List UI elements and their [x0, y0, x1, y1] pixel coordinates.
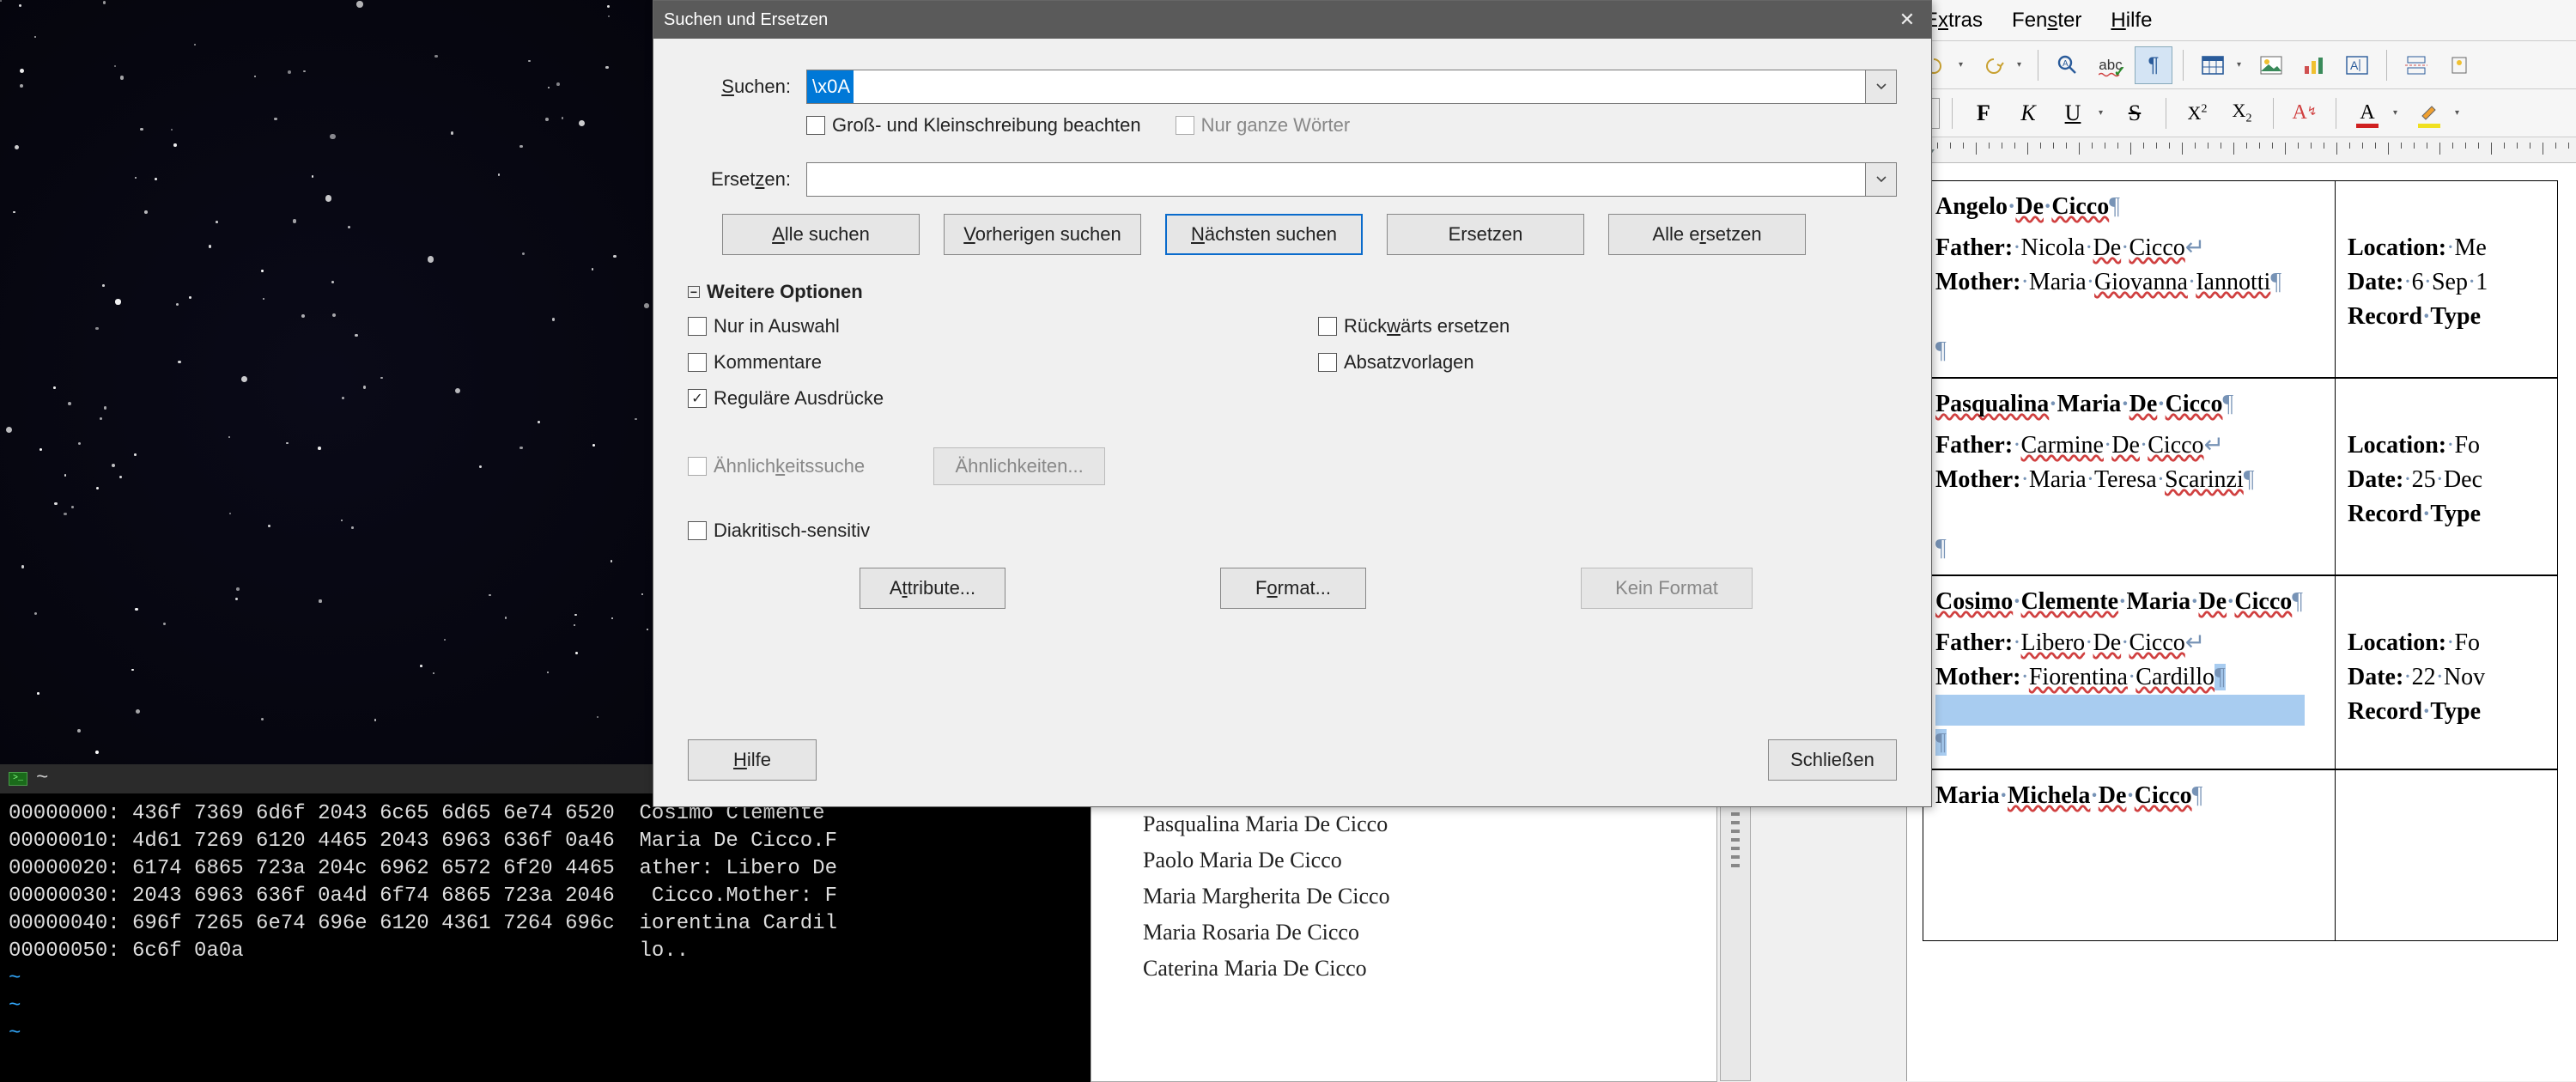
writer-toolbar-standard[interactable]: ▾ ▾ A abc✓ ¶ ▾ A: [1907, 41, 2576, 89]
search-label: Suchen:: [688, 76, 791, 98]
table-row: Angelo·De·Cicco¶Father:·Nicola·De·Cicco↵…: [1923, 180, 2576, 378]
paragraph-styles-checkbox[interactable]: Absatzvorlagen: [1318, 351, 1897, 374]
find-replace-icon[interactable]: A: [2049, 46, 2087, 84]
backwards-checkbox[interactable]: Rückwärts ersetzen: [1318, 315, 1897, 337]
menu-fenster[interactable]: Fenster: [2012, 9, 2081, 32]
close-button[interactable]: Schließen: [1768, 739, 1897, 781]
diacritic-checkbox[interactable]: Diakritisch-sensitiv: [688, 520, 1267, 542]
terminal-window: >_ ~ 00000000: 436f 7369 6d6f 2043 6c65 …: [0, 764, 1091, 1082]
replace-input[interactable]: [806, 162, 1866, 197]
dropdown-icon[interactable]: ▾: [2393, 108, 2403, 118]
vertical-slider[interactable]: [1720, 806, 1751, 1081]
image-icon[interactable]: [2252, 46, 2290, 84]
field-icon[interactable]: [2440, 46, 2478, 84]
subscript-icon[interactable]: X2: [2223, 94, 2261, 132]
dialog-titlebar[interactable]: Suchen und Ersetzen ✕: [653, 1, 1931, 39]
search-dropdown-icon[interactable]: [1866, 70, 1897, 104]
find-previous-button[interactable]: Vorherigen suchen: [944, 214, 1141, 255]
dropdown-icon[interactable]: ▾: [2455, 108, 2465, 118]
terminal-icon: >_: [9, 772, 27, 786]
dropdown-icon[interactable]: ▾: [1959, 60, 1969, 70]
table-row: Pasqualina·Maria·De·Cicco¶Father:·Carmin…: [1923, 378, 2576, 575]
writer-page[interactable]: Angelo·De·Cicco¶Father:·Nicola·De·Cicco↵…: [1907, 163, 2576, 941]
replace-all-button[interactable]: Alle ersetzen: [1608, 214, 1806, 255]
superscript-icon[interactable]: X2: [2178, 94, 2216, 132]
highlight-color-icon[interactable]: [2410, 94, 2448, 132]
writer-ruler[interactable]: [1907, 137, 2576, 163]
font-color-icon[interactable]: A: [2348, 94, 2386, 132]
regex-checkbox[interactable]: ✓Reguläre Ausdrücke: [688, 387, 1267, 410]
comments-checkbox[interactable]: Kommentare: [688, 351, 1267, 374]
find-next-button[interactable]: Nächsten suchen: [1165, 214, 1363, 255]
no-format-button: Kein Format: [1581, 568, 1753, 609]
terminal-body[interactable]: 00000000: 436f 7369 6d6f 2043 6c65 6d65 …: [0, 793, 1091, 1055]
formatting-marks-icon[interactable]: ¶: [2135, 46, 2172, 84]
starfield-background: [0, 0, 653, 764]
svg-text:A: A: [2063, 59, 2069, 69]
strikethrough-icon[interactable]: S: [2116, 94, 2154, 132]
writer-toolbar-formatting[interactable]: ▾ F K U ▾ S X2 X2 A↯ A ▾ ▾: [1907, 89, 2576, 137]
table-row: Cosimo·Clemente·Maria·De·Cicco¶Father:·L…: [1923, 575, 2576, 769]
help-button[interactable]: Hilfe: [688, 739, 817, 781]
dropdown-icon[interactable]: ▾: [2017, 60, 2027, 70]
replace-dropdown-icon[interactable]: [1866, 162, 1897, 197]
chart-icon[interactable]: [2295, 46, 2333, 84]
svg-text:A: A: [2350, 58, 2359, 72]
page-break-icon[interactable]: [2397, 46, 2435, 84]
whole-words-checkbox: Nur ganze Wörter: [1176, 114, 1351, 137]
terminal-title: ~: [36, 765, 48, 793]
search-input[interactable]: [806, 70, 1866, 104]
bold-icon[interactable]: F: [1965, 94, 2002, 132]
redo-icon[interactable]: [1974, 46, 2012, 84]
more-options-toggle[interactable]: − Weitere Optionen: [688, 281, 1897, 303]
dialog-title: Suchen und Ersetzen: [664, 10, 828, 30]
list-item: Caterina Maria De Cicco: [1091, 951, 1716, 987]
attributes-button[interactable]: Attribute...: [860, 568, 1005, 609]
list-item: Maria Rosaria De Cicco: [1091, 915, 1716, 951]
underline-icon[interactable]: U: [2054, 94, 2092, 132]
similarities-button: Ähnlichkeiten...: [933, 447, 1105, 485]
background-document-names: Pasqualina Maria De CiccoPaolo Maria De …: [1091, 805, 1717, 1082]
replace-button[interactable]: Ersetzen: [1387, 214, 1584, 255]
writer-menubar[interactable]: Extras Fenster Hilfe: [1907, 0, 2576, 41]
similarity-checkbox: Ähnlichkeitssuche: [688, 455, 865, 477]
find-all-button[interactable]: Alle suchen: [722, 214, 920, 255]
list-item: Pasqualina Maria De Cicco: [1091, 806, 1716, 842]
replace-label: Ersetzen:: [688, 168, 791, 191]
find-replace-dialog: Suchen und Ersetzen ✕ Suchen: Groß- und …: [653, 0, 1932, 807]
list-item: Maria Margherita De Cicco: [1091, 878, 1716, 915]
selection-only-checkbox[interactable]: Nur in Auswahl: [688, 315, 1267, 337]
table-row: Maria·Michela·De·Cicco¶: [1923, 769, 2576, 941]
table-icon[interactable]: [2194, 46, 2232, 84]
dropdown-icon[interactable]: ▾: [2099, 108, 2109, 118]
italic-icon[interactable]: K: [2009, 94, 2047, 132]
clear-formatting-icon[interactable]: A↯: [2286, 94, 2324, 132]
dropdown-icon[interactable]: ▾: [2237, 60, 2247, 70]
format-button[interactable]: Format...: [1220, 568, 1366, 609]
spellcheck-icon[interactable]: abc✓: [2092, 46, 2129, 84]
close-icon[interactable]: ✕: [1893, 6, 1921, 33]
list-item: Paolo Maria De Cicco: [1091, 842, 1716, 878]
textbox-icon[interactable]: A: [2338, 46, 2376, 84]
menu-extras[interactable]: Extras: [1924, 9, 1983, 32]
case-checkbox[interactable]: Groß- und Kleinschreibung beachten: [806, 114, 1141, 137]
writer-window: Extras Fenster Hilfe ▾ ▾ A abc✓ ¶ ▾ A ▾ …: [1906, 0, 2576, 1081]
menu-hilfe[interactable]: Hilfe: [2111, 9, 2152, 32]
